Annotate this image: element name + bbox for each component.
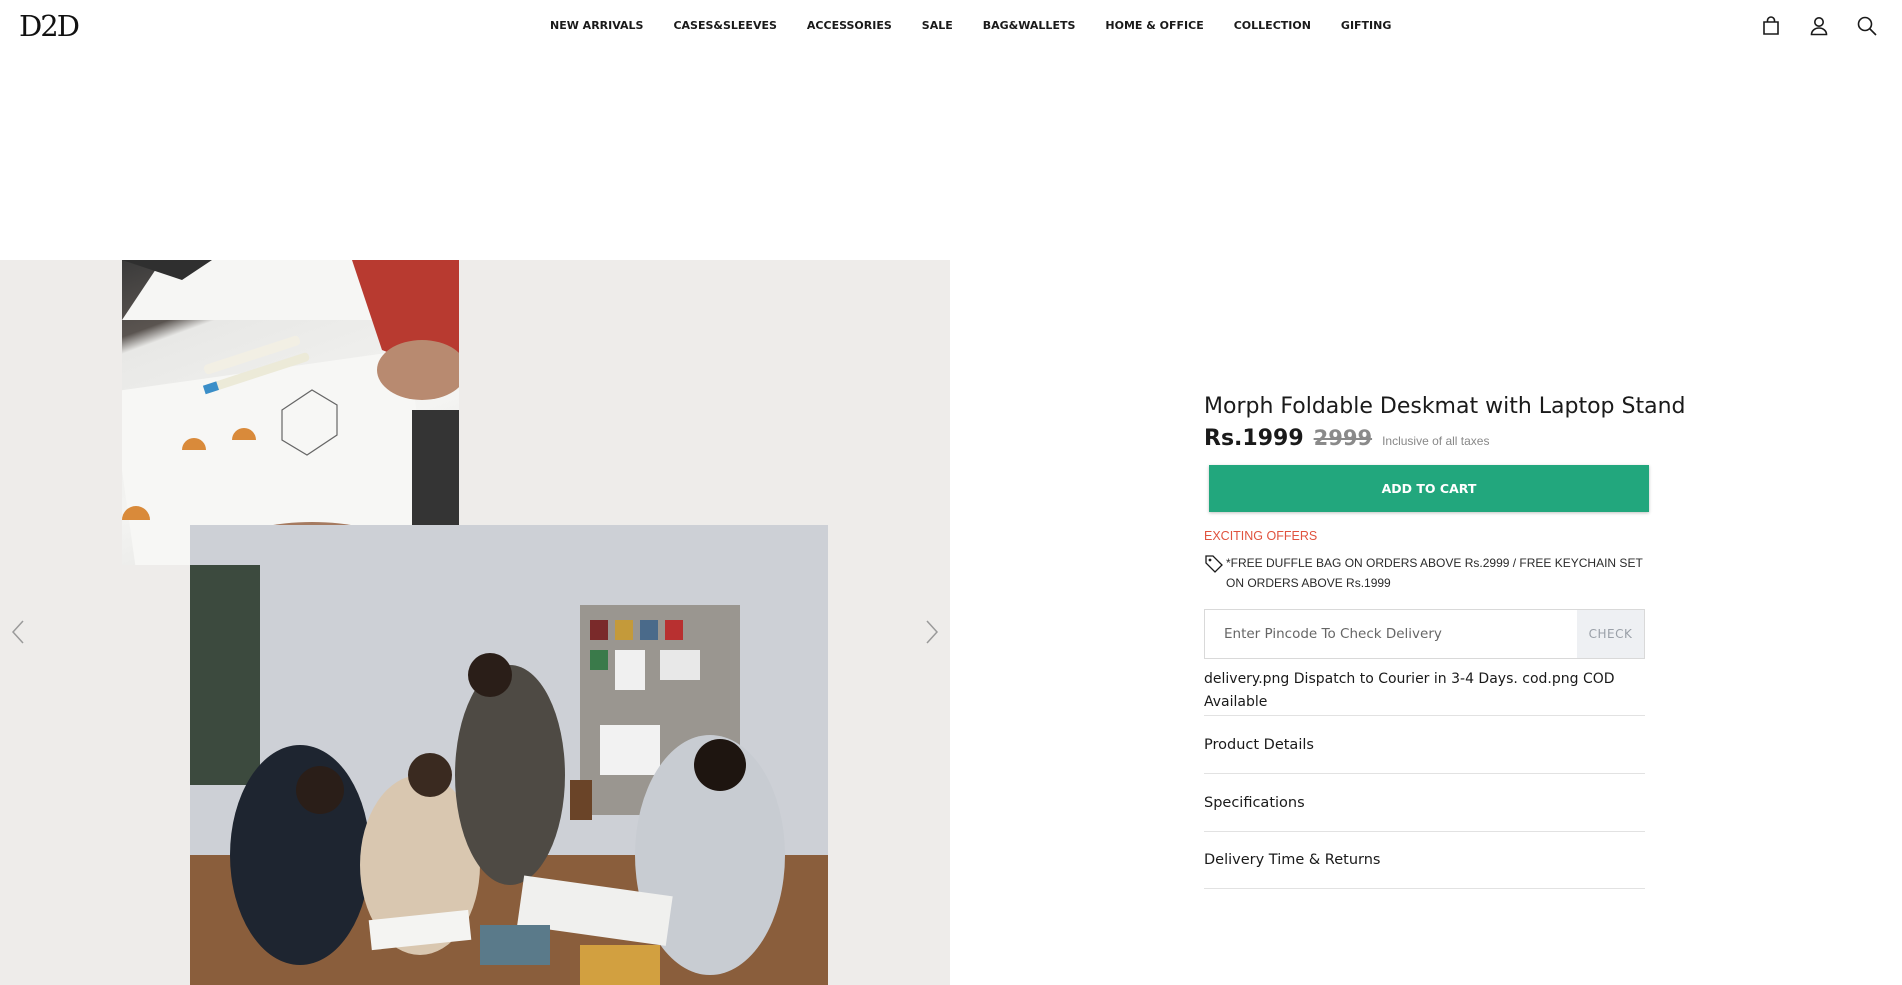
tax-note: Inclusive of all taxes	[1382, 434, 1490, 448]
add-to-cart-button[interactable]: ADD TO CART	[1209, 465, 1649, 512]
offer-item: *FREE DUFFLE BAG ON ORDERS ABOVE Rs.2999…	[1204, 553, 1646, 593]
nav-gifting[interactable]: GIFTING	[1341, 19, 1391, 32]
nav-new-arrivals[interactable]: NEW ARRIVALS	[550, 19, 643, 32]
bag-icon[interactable]	[1760, 15, 1782, 37]
search-icon[interactable]	[1856, 15, 1878, 37]
gallery-image-sketching[interactable]	[122, 260, 459, 565]
accordion-list: Product Details Specifications Delivery …	[1204, 715, 1646, 889]
accordion-product-details[interactable]: Product Details	[1204, 715, 1645, 773]
nav-accessories[interactable]: ACCESSORIES	[807, 19, 892, 32]
product-title: Morph Foldable Deskmat with Laptop Stand	[1204, 394, 1686, 419]
header-actions	[1760, 15, 1878, 37]
accordion-specifications[interactable]: Specifications	[1204, 773, 1645, 831]
main-nav: NEW ARRIVALS CASES&SLEEVES ACCESSORIES S…	[550, 19, 1421, 32]
gallery-prev-chevron-left-icon[interactable]	[6, 615, 30, 649]
original-price: 2999	[1313, 426, 1373, 450]
price-row: Rs.1999 2999 Inclusive of all taxes	[1204, 426, 1646, 451]
user-icon[interactable]	[1808, 15, 1830, 37]
gallery-next-chevron-right-icon[interactable]	[920, 615, 944, 649]
accordion-delivery-returns[interactable]: Delivery Time & Returns	[1204, 831, 1645, 889]
pincode-input[interactable]	[1205, 610, 1577, 658]
nav-sale[interactable]: SALE	[922, 19, 953, 32]
gallery-image-team[interactable]	[190, 525, 828, 985]
nav-bag-wallets[interactable]: BAG&WALLETS	[983, 19, 1076, 32]
site-header: D2D NEW ARRIVALS CASES&SLEEVES ACCESSORI…	[0, 0, 1902, 52]
sale-price: Rs.1999	[1204, 426, 1304, 451]
pincode-check: CHECK	[1204, 609, 1645, 659]
nav-collection[interactable]: COLLECTION	[1234, 19, 1311, 32]
product-gallery	[0, 260, 950, 985]
tag-icon	[1204, 553, 1224, 578]
offer-text: *FREE DUFFLE BAG ON ORDERS ABOVE Rs.2999…	[1226, 556, 1643, 590]
product-info: Morph Foldable Deskmat with Laptop Stand…	[1204, 390, 1686, 889]
nav-cases-sleeves[interactable]: CASES&SLEEVES	[673, 19, 776, 32]
brand-logo[interactable]: D2D	[19, 12, 80, 41]
delivery-info: delivery.png Dispatch to Courier in 3-4 …	[1204, 671, 1615, 710]
offers-heading: EXCITING OFFERS	[1204, 529, 1318, 543]
check-button[interactable]: CHECK	[1577, 610, 1644, 658]
nav-home-office[interactable]: HOME & OFFICE	[1105, 19, 1203, 32]
